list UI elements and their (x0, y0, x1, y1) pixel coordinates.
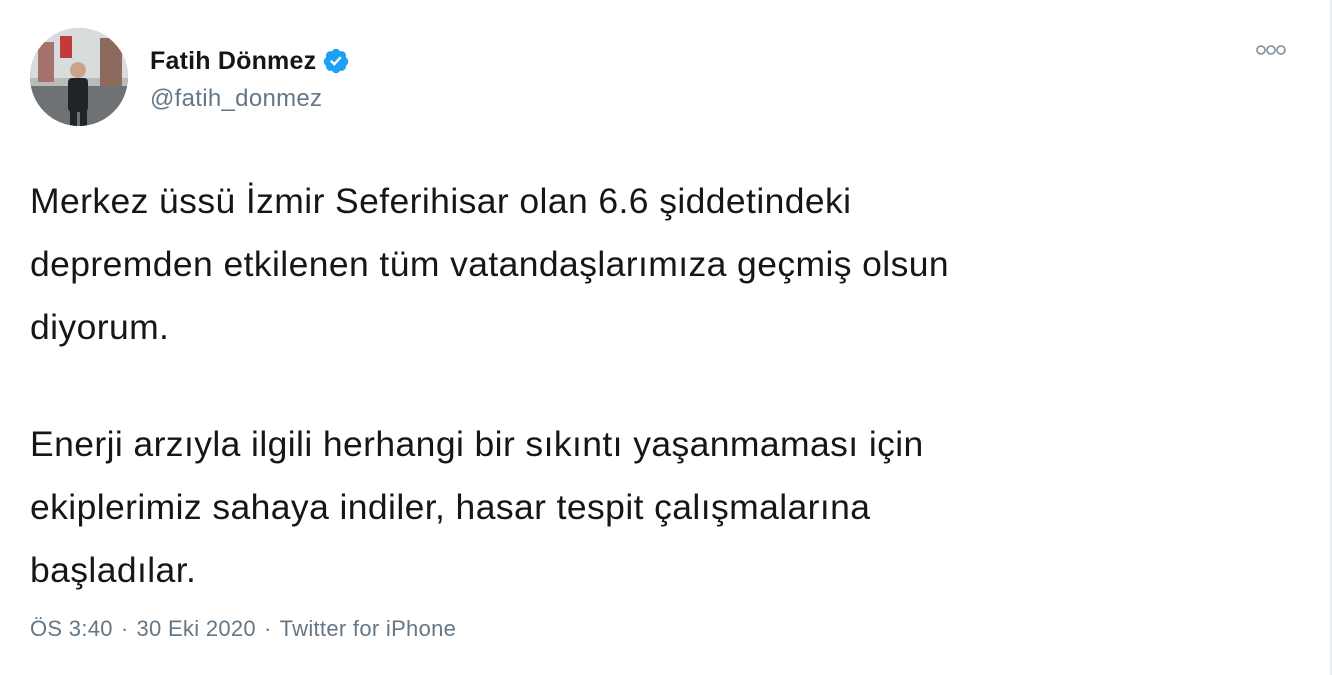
avatar-image (30, 28, 128, 126)
tweet-line: depremden etkilenen tüm vatandaşlarımıza… (30, 244, 950, 284)
tweet-date[interactable]: 30 Eki 2020 (136, 616, 256, 642)
tweet-header: Fatih Dönmez @fatih_donmez (30, 28, 350, 126)
meta-separator: · (120, 616, 129, 641)
display-name[interactable]: Fatih Dönmez (150, 47, 316, 76)
tweet-line: başladılar. (30, 550, 197, 590)
tweet-line: ekiplerimiz sahaya indiler, hasar tespit… (30, 487, 871, 527)
tweet-time[interactable]: ÖS 3:40 (30, 616, 113, 642)
tweet-card: Fatih Dönmez @fatih_donmez Merkez üssü İ… (0, 0, 1332, 675)
tweet-meta: ÖS 3:40 · 30 Eki 2020 · Twitter for iPho… (30, 616, 456, 642)
tweet-line: Merkez üssü İzmir Seferihisar olan 6.6 ş… (30, 181, 852, 221)
tweet-line: diyorum. (30, 307, 170, 347)
verified-badge-icon (322, 47, 350, 75)
avatar[interactable] (30, 28, 128, 126)
author-info: Fatih Dönmez @fatih_donmez (150, 41, 350, 113)
tweet-text: Merkez üssü İzmir Seferihisar olan 6.6 ş… (30, 170, 1260, 602)
meta-separator: · (263, 616, 272, 641)
user-handle[interactable]: @fatih_donmez (150, 85, 350, 113)
tweet-source[interactable]: Twitter for iPhone (280, 616, 457, 642)
name-row: Fatih Dönmez (150, 41, 350, 81)
tweet-line: Enerji arzıyla ilgili herhangi bir sıkın… (30, 424, 924, 464)
more-options-icon[interactable] (1254, 40, 1288, 60)
